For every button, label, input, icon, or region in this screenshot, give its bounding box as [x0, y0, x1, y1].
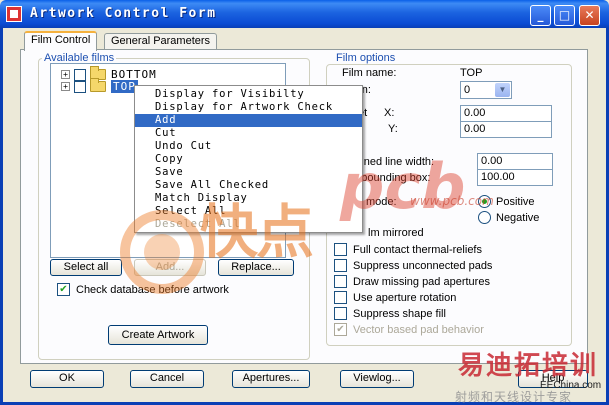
menu-item-copy[interactable]: Copy: [135, 153, 362, 166]
aperture-rotation-option[interactable]: Use aperture rotation: [334, 291, 456, 304]
full-contact-option[interactable]: Full contact thermal-reliefs: [334, 243, 482, 256]
offset-x-label: X:: [384, 107, 395, 119]
menu-item-save-all-checked[interactable]: Save All Checked: [135, 179, 362, 192]
full-contact-checkbox[interactable]: [334, 243, 347, 256]
add-button[interactable]: Add...: [134, 259, 206, 276]
tab-film-control[interactable]: Film Control: [24, 31, 98, 51]
minimize-button[interactable]: _: [530, 5, 551, 26]
suppress-unconnected-label: Suppress unconnected pads: [353, 259, 493, 272]
suppress-shape-fill-label: Suppress shape fill: [353, 307, 446, 320]
draw-missing-label: Draw missing pad apertures: [353, 275, 490, 288]
full-contact-label: Full contact thermal-reliefs: [353, 243, 482, 256]
rotation-value: 0: [464, 84, 471, 96]
negative-radio[interactable]: [478, 211, 491, 224]
menu-item-add[interactable]: Add: [135, 114, 362, 127]
negative-label: Negative: [496, 211, 540, 224]
cancel-button[interactable]: Cancel: [130, 370, 204, 388]
offset-x-field[interactable]: 0.00: [460, 105, 552, 122]
film-name-label: Film name:: [342, 67, 397, 79]
shape-bounding-box-field[interactable]: 100.00: [477, 169, 553, 186]
app-icon: [6, 6, 22, 22]
plot-mode-label: mode:: [366, 196, 397, 208]
check-database-label: Check database before artwork: [76, 283, 229, 296]
select-all-button[interactable]: Select all: [50, 259, 122, 276]
create-artwork-button[interactable]: Create Artwork: [108, 325, 208, 345]
undefined-line-width-field[interactable]: 0.00: [477, 153, 553, 170]
help-button[interactable]: Help: [518, 370, 588, 388]
film-checkbox[interactable]: [74, 68, 86, 81]
rotation-select[interactable]: 0 ▼: [460, 81, 512, 99]
draw-missing-option[interactable]: Draw missing pad apertures: [334, 275, 490, 288]
context-menu[interactable]: Display for Visibilty Display for Artwor…: [134, 85, 363, 233]
suppress-shape-fill-option[interactable]: Suppress shape fill: [334, 307, 446, 320]
menu-item-deselect-all: Deselect All: [155, 218, 241, 230]
aperture-rotation-checkbox[interactable]: [334, 291, 347, 304]
aperture-rotation-label: Use aperture rotation: [353, 291, 457, 304]
offset-y-label: Y:: [388, 123, 398, 135]
menu-item-select-all[interactable]: Select All: [135, 205, 362, 218]
positive-radio[interactable]: [478, 195, 491, 208]
vector-pad-option: ✔ Vector based pad behavior: [334, 323, 484, 336]
check-database-option[interactable]: ✔ Check database before artwork: [57, 283, 229, 296]
vector-pad-label: Vector based pad behavior: [353, 323, 484, 336]
negative-option[interactable]: Negative: [478, 211, 539, 224]
film-name-value: TOP: [460, 67, 483, 79]
ok-button[interactable]: OK: [30, 370, 104, 388]
maximize-button[interactable]: □: [554, 5, 575, 26]
suppress-shape-fill-checkbox[interactable]: [334, 307, 347, 320]
menu-item-save[interactable]: Save: [135, 166, 362, 179]
chevron-down-icon[interactable]: ▼: [495, 83, 510, 97]
menu-item-cut[interactable]: Cut: [135, 127, 362, 140]
menu-item-match-display[interactable]: Match Display: [135, 192, 362, 205]
title-bar[interactable]: Artwork Control Form _ □ ✕: [0, 0, 609, 28]
window-title: Artwork Control Form: [30, 6, 217, 21]
apertures-button[interactable]: Apertures...: [232, 370, 310, 388]
tab-general-parameters[interactable]: General Parameters: [104, 33, 218, 50]
check-database-checkbox[interactable]: ✔: [57, 283, 70, 296]
film-mirrored-label: lm mirrored: [368, 227, 424, 239]
film-checkbox[interactable]: [74, 80, 86, 93]
menu-item-display-visibility[interactable]: Display for Visibilty: [135, 88, 362, 101]
viewlog-button[interactable]: Viewlog...: [340, 370, 414, 388]
menu-item-undo-cut[interactable]: Undo Cut: [135, 140, 362, 153]
tree-item-top[interactable]: + TOP: [61, 78, 138, 93]
close-button[interactable]: ✕: [579, 5, 600, 26]
menu-item-display-artwork-check[interactable]: Display for Artwork Check: [135, 101, 362, 114]
suppress-unconnected-option[interactable]: Suppress unconnected pads: [334, 259, 492, 272]
positive-option[interactable]: Positive: [478, 195, 535, 208]
offset-y-field[interactable]: 0.00: [460, 121, 552, 138]
expand-icon[interactable]: +: [61, 82, 70, 91]
positive-label: Positive: [496, 195, 535, 208]
vector-pad-checkbox: ✔: [334, 323, 347, 336]
folder-icon: [90, 78, 106, 92]
replace-button[interactable]: Replace...: [218, 259, 294, 276]
suppress-unconnected-checkbox[interactable]: [334, 259, 347, 272]
expand-icon[interactable]: +: [61, 70, 70, 79]
film-options-label: Film options: [334, 52, 398, 64]
draw-missing-checkbox[interactable]: [334, 275, 347, 288]
